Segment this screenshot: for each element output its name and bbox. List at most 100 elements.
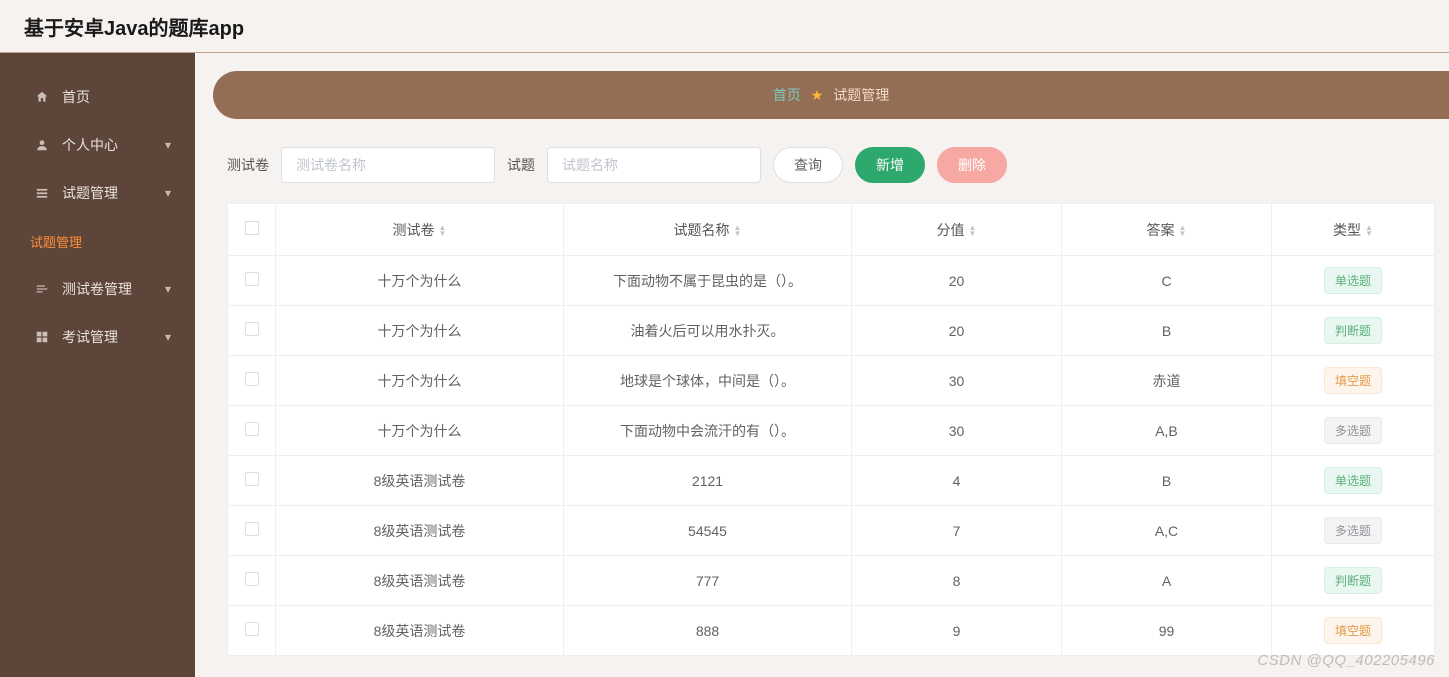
list-icon bbox=[34, 185, 50, 201]
star-icon: ★ bbox=[811, 87, 824, 104]
cell-name: 下面动物中会流汗的有（）。 bbox=[564, 406, 852, 456]
sidebar-item-2[interactable]: 试题管理 ▾ bbox=[0, 169, 195, 217]
chevron-down-icon: ▾ bbox=[165, 138, 171, 152]
query-button[interactable]: 查询 bbox=[773, 147, 843, 183]
cell-score: 20 bbox=[852, 256, 1062, 306]
questions-table: 测试卷 ▲▼ 试题名称 ▲▼ 分值 ▲▼ 答案 ▲▼ 类型 ▲▼ 十万个为什么下面动物不属… bbox=[227, 203, 1435, 656]
table-row: 十万个为什么油着火后可以用水扑灭。20B 判断题 bbox=[228, 306, 1435, 356]
col-name[interactable]: 试题名称 bbox=[674, 222, 730, 238]
cell-answer: A,B bbox=[1062, 406, 1272, 456]
cell-name: 油着火后可以用水扑灭。 bbox=[564, 306, 852, 356]
type-tag: 填空题 bbox=[1324, 617, 1382, 644]
table-row: 十万个为什么下面动物中会流汗的有（）。30A,B多选题 bbox=[228, 406, 1435, 456]
type-tag: 判断题 bbox=[1324, 317, 1382, 344]
cell-score: 7 bbox=[852, 506, 1062, 556]
table-row: 8级英语测试卷545457A,C 多选题 bbox=[228, 506, 1435, 556]
cell-name: 2121 bbox=[564, 456, 852, 506]
cell-paper: 8级英语测试卷 bbox=[276, 506, 564, 556]
cell-paper: 8级英语测试卷 bbox=[276, 556, 564, 606]
type-tag: 多选题 bbox=[1324, 417, 1382, 444]
sidebar-item-label: 试题管理 bbox=[62, 183, 118, 203]
type-tag: 单选题 bbox=[1324, 467, 1382, 494]
question-input[interactable] bbox=[547, 147, 761, 183]
lines-icon bbox=[34, 281, 50, 297]
col-type[interactable]: 类型 bbox=[1333, 222, 1361, 238]
cell-answer: B bbox=[1062, 306, 1272, 356]
chevron-down-icon: ▾ bbox=[165, 186, 171, 200]
sidebar-item-5[interactable]: 考试管理 ▾ bbox=[0, 313, 195, 361]
sidebar: 首页个人中心 ▾ 试题管理 ▾ 试题管理测试卷管理▾ 考试管理 ▾ bbox=[0, 53, 195, 677]
chevron-down-icon: ▾ bbox=[165, 330, 171, 344]
cell-paper: 8级英语测试卷 bbox=[276, 606, 564, 656]
main-content: 首页 ★ 试题管理 测试卷 试题 查询 新增 删除 测试卷 ▲▼ 试题名称 ▲▼ 分… bbox=[195, 53, 1449, 677]
chevron-down-icon: ▾ bbox=[165, 282, 171, 296]
home-icon bbox=[34, 89, 50, 105]
sort-icon[interactable]: ▲▼ bbox=[969, 225, 977, 237]
cell-name: 54545 bbox=[564, 506, 852, 556]
page-title: 基于安卓Java的题库app bbox=[24, 12, 244, 41]
select-all-checkbox[interactable] bbox=[245, 221, 259, 235]
table-row: 8级英语测试卷7778A 判断题 bbox=[228, 556, 1435, 606]
cell-answer: B bbox=[1062, 456, 1272, 506]
cell-score: 30 bbox=[852, 406, 1062, 456]
cell-name: 下面动物不属于昆虫的是（）。 bbox=[564, 256, 852, 306]
sidebar-item-3[interactable]: 试题管理 bbox=[0, 217, 195, 265]
cell-score: 8 bbox=[852, 556, 1062, 606]
sidebar-item-4[interactable]: 测试卷管理▾ bbox=[0, 265, 195, 313]
cell-answer: 赤道 bbox=[1062, 356, 1272, 406]
cell-paper: 十万个为什么 bbox=[276, 256, 564, 306]
sidebar-item-label: 个人中心 bbox=[62, 135, 118, 155]
cell-paper: 十万个为什么 bbox=[276, 356, 564, 406]
sidebar-item-label: 考试管理 bbox=[62, 327, 118, 347]
sidebar-item-label: 试题管理 bbox=[30, 232, 82, 251]
breadcrumb-home[interactable]: 首页 bbox=[773, 85, 801, 105]
row-checkbox[interactable] bbox=[245, 422, 259, 436]
cell-name: 888 bbox=[564, 606, 852, 656]
sidebar-item-1[interactable]: 个人中心 ▾ bbox=[0, 121, 195, 169]
cell-score: 30 bbox=[852, 356, 1062, 406]
col-answer[interactable]: 答案 bbox=[1147, 222, 1175, 238]
breadcrumb: 首页 ★ 试题管理 bbox=[213, 71, 1449, 119]
sort-icon[interactable]: ▲▼ bbox=[1179, 225, 1187, 237]
paper-label: 测试卷 bbox=[227, 155, 269, 175]
table-row: 十万个为什么地球是个球体，中间是（）。30赤道 填空题 bbox=[228, 356, 1435, 406]
col-score[interactable]: 分值 bbox=[937, 222, 965, 238]
row-checkbox[interactable] bbox=[245, 572, 259, 586]
cell-score: 4 bbox=[852, 456, 1062, 506]
add-button[interactable]: 新增 bbox=[855, 147, 925, 183]
cell-score: 9 bbox=[852, 606, 1062, 656]
cell-paper: 8级英语测试卷 bbox=[276, 456, 564, 506]
sort-icon[interactable]: ▲▼ bbox=[439, 225, 447, 237]
cell-answer: A bbox=[1062, 556, 1272, 606]
row-checkbox[interactable] bbox=[245, 372, 259, 386]
filter-bar: 测试卷 试题 查询 新增 删除 bbox=[213, 147, 1449, 203]
sort-icon[interactable]: ▲▼ bbox=[1365, 225, 1373, 237]
table-row: 8级英语测试卷21214B 单选题 bbox=[228, 456, 1435, 506]
delete-button[interactable]: 删除 bbox=[937, 147, 1007, 183]
user-icon bbox=[34, 137, 50, 153]
sidebar-item-0[interactable]: 首页 bbox=[0, 73, 195, 121]
row-checkbox[interactable] bbox=[245, 622, 259, 636]
watermark: CSDN @QQ_402205496 bbox=[1257, 652, 1435, 669]
type-tag: 多选题 bbox=[1324, 517, 1382, 544]
row-checkbox[interactable] bbox=[245, 322, 259, 336]
col-paper[interactable]: 测试卷 bbox=[393, 222, 435, 238]
type-tag: 判断题 bbox=[1324, 567, 1382, 594]
cell-paper: 十万个为什么 bbox=[276, 306, 564, 356]
row-checkbox[interactable] bbox=[245, 472, 259, 486]
grid-icon bbox=[34, 329, 50, 345]
cell-answer: A,C bbox=[1062, 506, 1272, 556]
cell-name: 地球是个球体，中间是（）。 bbox=[564, 356, 852, 406]
sidebar-item-label: 首页 bbox=[62, 87, 90, 107]
cell-answer: 99 bbox=[1062, 606, 1272, 656]
cell-score: 20 bbox=[852, 306, 1062, 356]
row-checkbox[interactable] bbox=[245, 522, 259, 536]
row-checkbox[interactable] bbox=[245, 272, 259, 286]
cell-answer: C bbox=[1062, 256, 1272, 306]
paper-input[interactable] bbox=[281, 147, 495, 183]
cell-name: 777 bbox=[564, 556, 852, 606]
type-tag: 填空题 bbox=[1324, 367, 1382, 394]
question-label: 试题 bbox=[507, 155, 535, 175]
sort-icon[interactable]: ▲▼ bbox=[734, 225, 742, 237]
table-row: 8级英语测试卷888999填空题 bbox=[228, 606, 1435, 656]
